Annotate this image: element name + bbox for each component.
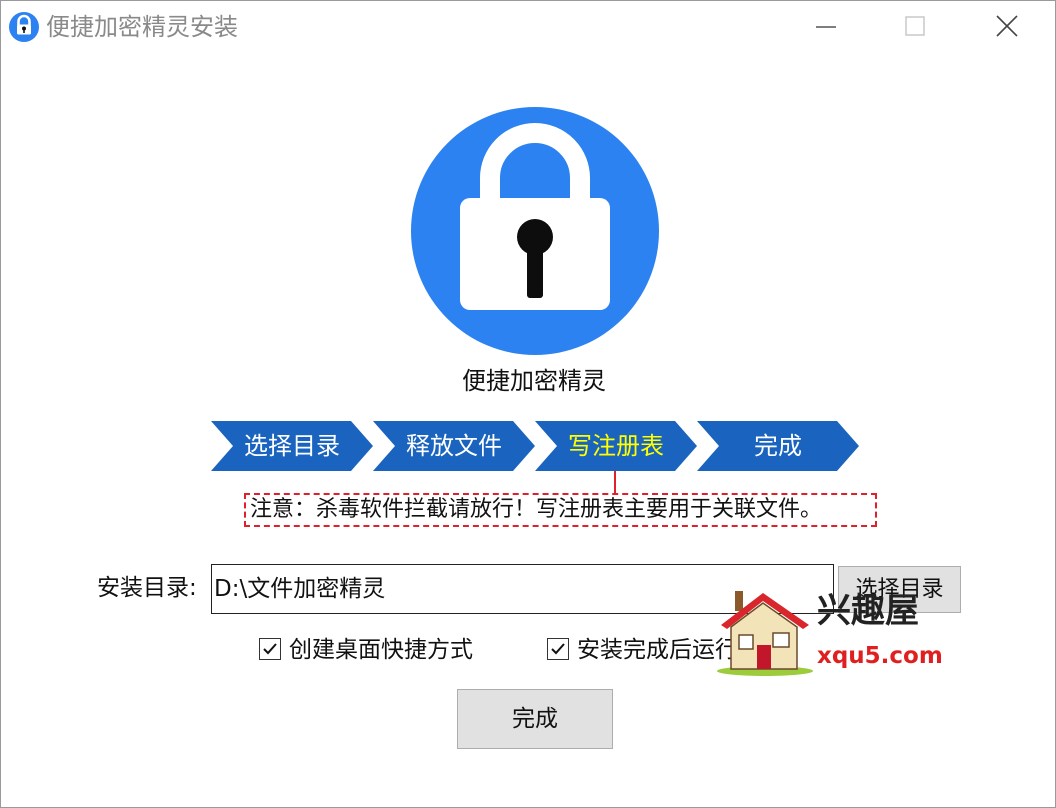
checkbox-box[interactable] bbox=[547, 638, 569, 660]
checkmark-icon bbox=[263, 643, 277, 655]
step-extract-files: 释放文件 bbox=[373, 421, 535, 471]
watermark-site-name: 兴趣屋 bbox=[817, 591, 919, 631]
install-steps: 选择目录 释放文件 写注册表 完成 bbox=[211, 421, 861, 471]
step-label: 选择目录 bbox=[244, 432, 340, 460]
step-write-registry: 写注册表 bbox=[535, 421, 697, 471]
house-logo-icon bbox=[717, 591, 813, 676]
window-title: 便捷加密精灵安装 bbox=[46, 13, 238, 41]
minimize-icon bbox=[816, 26, 836, 28]
step-label: 写注册表 bbox=[568, 432, 664, 460]
desktop-shortcut-checkbox[interactable]: 创建桌面快捷方式 bbox=[259, 634, 499, 666]
lock-logo-icon bbox=[411, 107, 659, 355]
step-select-dir: 选择目录 bbox=[211, 421, 373, 471]
install-dir-label: 安装目录: bbox=[97, 575, 197, 601]
close-button[interactable] bbox=[983, 7, 1029, 47]
installer-window: 便捷加密精灵安装 便捷加密精灵 选择目录 释放文件 写注册表 完成 注意：杀毒软… bbox=[0, 0, 1056, 808]
step-label: 释放文件 bbox=[406, 432, 502, 460]
step-finish: 完成 bbox=[697, 421, 859, 471]
checkmark-icon bbox=[551, 643, 565, 655]
minimize-button[interactable] bbox=[803, 7, 849, 47]
watermark-site-url: xqu5.com bbox=[817, 643, 943, 669]
site-watermark: 兴趣屋 xqu5.com bbox=[713, 585, 943, 677]
step-label: 完成 bbox=[754, 432, 802, 460]
maximize-icon bbox=[905, 16, 925, 36]
checkbox-label: 创建桌面快捷方式 bbox=[289, 637, 473, 663]
title-bar[interactable]: 便捷加密精灵安装 bbox=[1, 1, 1055, 51]
step-connector-line bbox=[614, 471, 616, 493]
antivirus-notice: 注意：杀毒软件拦截请放行！写注册表主要用于关联文件。 bbox=[244, 493, 877, 527]
maximize-button[interactable] bbox=[892, 7, 938, 47]
app-name: 便捷加密精灵 bbox=[462, 367, 606, 395]
finish-button[interactable]: 完成 bbox=[457, 689, 613, 749]
lock-app-icon bbox=[9, 12, 39, 42]
checkbox-box[interactable] bbox=[259, 638, 281, 660]
close-icon bbox=[996, 15, 1018, 37]
